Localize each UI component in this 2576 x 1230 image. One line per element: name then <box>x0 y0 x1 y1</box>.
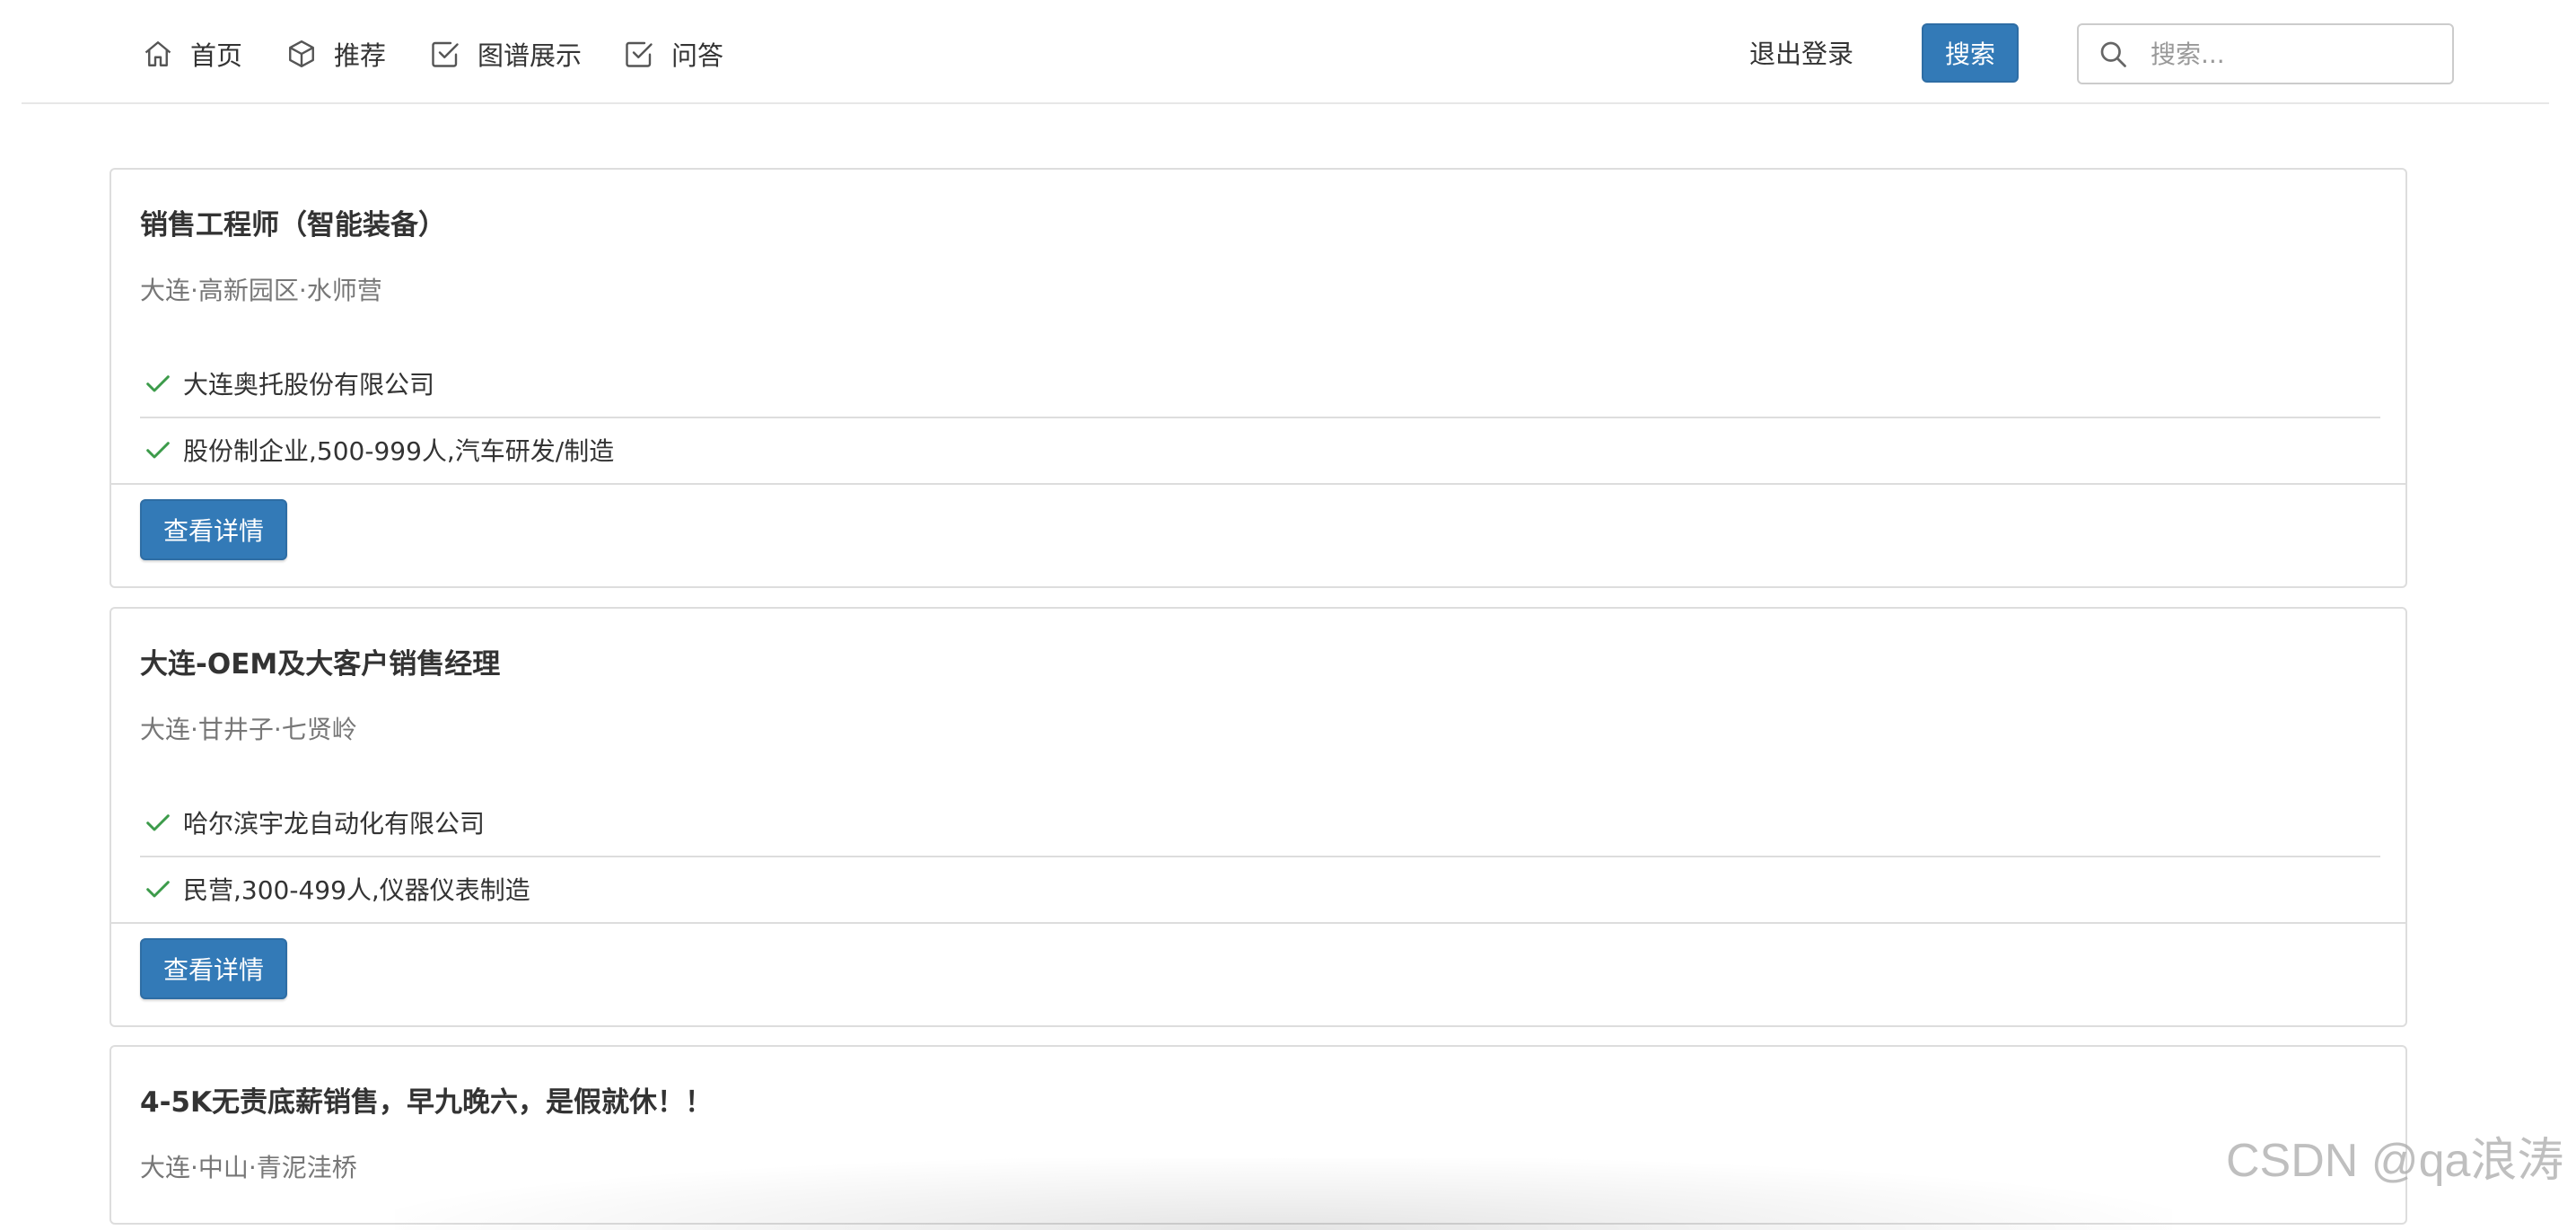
company-info: 股份制企业,500-999人,汽车研发/制造 <box>183 436 615 466</box>
search-input[interactable] <box>2149 38 2422 70</box>
nav-item-label: 首页 <box>190 40 243 71</box>
job-location: 大连·高新园区·水师营 <box>140 276 382 305</box>
company-row: 哈尔滨宇龙自动化有限公司 <box>140 789 2380 856</box>
search-icon <box>2100 41 2126 67</box>
company-name: 哈尔滨宇龙自动化有限公司 <box>183 809 486 839</box>
checkmark-icon <box>146 881 170 898</box>
job-title: 大连-OEM及大客户销售经理 <box>140 648 501 681</box>
nav-item-recommend[interactable]: 推荐 <box>285 34 386 74</box>
nav-item-home[interactable]: 首页 <box>142 34 242 74</box>
view-details-button[interactable]: 查看详情 <box>140 938 287 999</box>
card-footer-divider <box>111 922 2405 924</box>
job-location: 大连·甘井子·七贤岭 <box>140 715 357 744</box>
cube-icon <box>289 40 314 67</box>
company-row: 大连奥托股份有限公司 <box>140 350 2380 417</box>
nav-item-label: 问答 <box>671 40 724 71</box>
nav-item-qa[interactable]: 问答 <box>623 34 723 74</box>
nav-item-graph[interactable]: 图谱展示 <box>429 34 582 74</box>
card-footer-divider <box>111 483 2405 485</box>
home-icon <box>145 41 171 66</box>
search-box <box>2077 23 2454 84</box>
company-info-row: 民营,300-499人,仪器仪表制造 <box>140 856 2380 922</box>
job-title: 销售工程师（智能装备） <box>140 209 446 242</box>
company-name: 大连奥托股份有限公司 <box>183 370 435 400</box>
top-navbar: 首页 推荐 图谱展示 问答 退出登录 搜索 <box>22 0 2549 104</box>
check-square-icon <box>626 41 653 67</box>
nav-item-label: 推荐 <box>334 40 387 71</box>
check-square-icon <box>432 41 459 67</box>
watermark: CSDN @qa浪涛 <box>2226 1135 2564 1187</box>
checkmark-icon <box>146 814 170 831</box>
company-info-row: 股份制企业,500-999人,汽车研发/制造 <box>140 417 2380 483</box>
job-title: 4-5K无责底薪销售，早九晚六，是假就休！！ <box>140 1086 714 1119</box>
job-card: 4-5K无责底薪销售，早九晚六，是假就休！！ 大连·中山·青泥洼桥 <box>110 1045 2407 1225</box>
nav-item-label: 图谱展示 <box>478 40 583 71</box>
view-details-button[interactable]: 查看详情 <box>140 499 287 560</box>
checkmark-icon <box>146 375 170 392</box>
job-card: 大连-OEM及大客户销售经理 大连·甘井子·七贤岭 哈尔滨宇龙自动化有限公司 民… <box>110 607 2407 1027</box>
checkmark-icon <box>146 442 170 459</box>
search-button[interactable]: 搜索 <box>1922 23 2019 83</box>
job-location: 大连·中山·青泥洼桥 <box>140 1153 357 1182</box>
job-card: 销售工程师（智能装备） 大连·高新园区·水师营 大连奥托股份有限公司 股份制企业… <box>110 168 2407 588</box>
logout-link[interactable]: 退出登录 <box>1749 34 1853 74</box>
company-info: 民营,300-499人,仪器仪表制造 <box>183 875 530 905</box>
